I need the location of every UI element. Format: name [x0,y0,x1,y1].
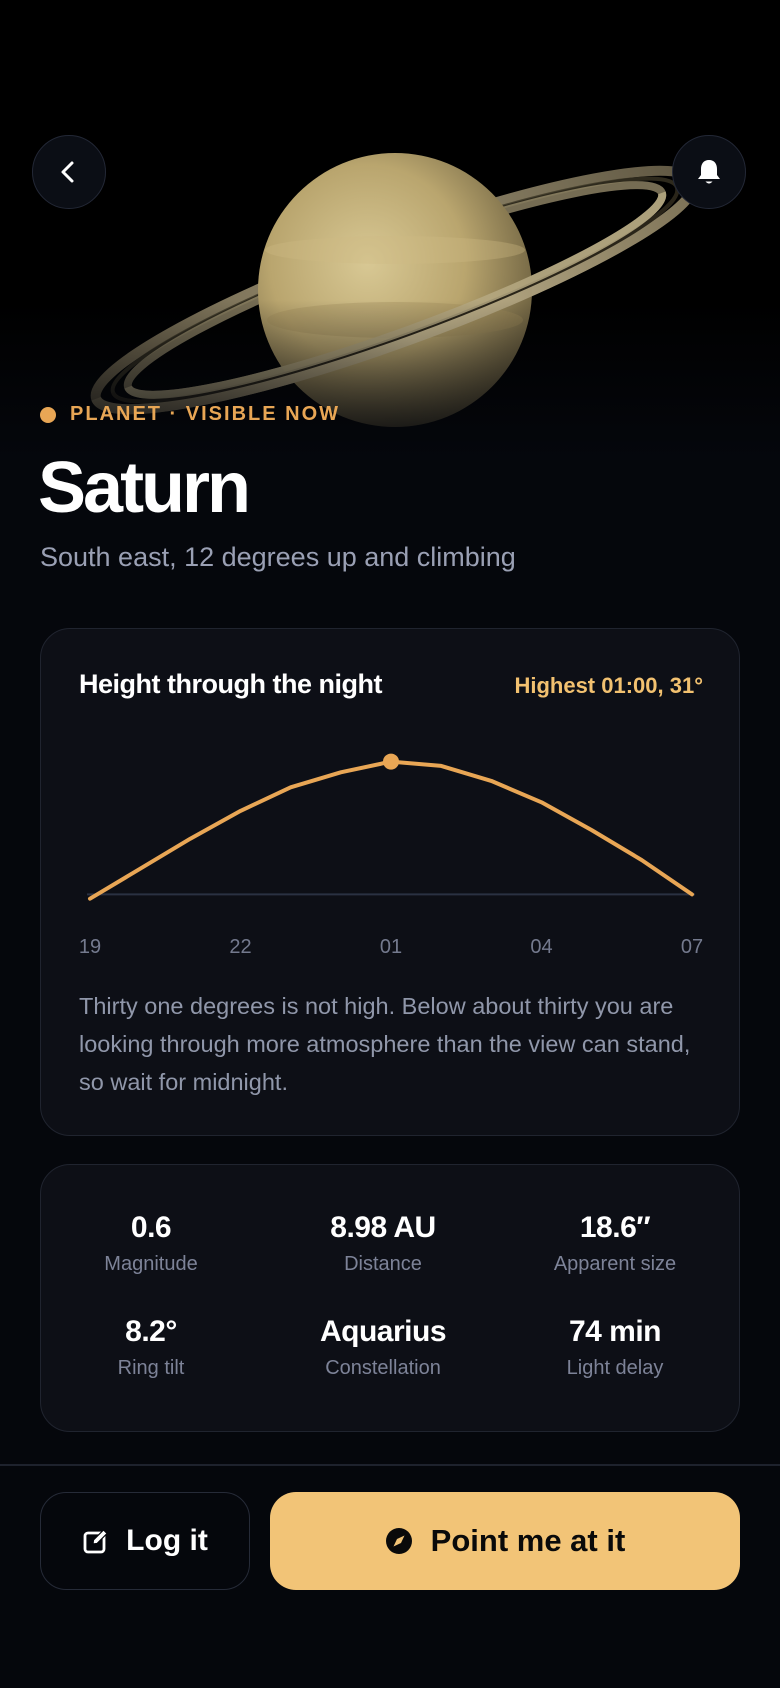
x-tick-label: 07 [681,936,703,958]
point-me-button[interactable]: Point me at it [270,1492,740,1590]
stat-label: Magnitude [104,1253,198,1275]
bell-icon [698,160,720,184]
footer-divider [0,1464,780,1466]
category-label: PLANET · VISIBLE NOW [70,403,340,425]
stat-value: Aquarius [319,1315,447,1348]
back-button[interactable] [32,135,106,209]
x-tick-label: 22 [229,936,251,958]
stat-ring-tilt: 8.2° Ring tilt [41,1315,261,1380]
stat-label: Constellation [325,1357,441,1379]
peak-marker [383,753,399,770]
stat-constellation: Aquarius Constellation [273,1315,493,1380]
stat-value: 18.6″ [579,1211,651,1244]
stat-distance: 8.98 AU Distance [273,1211,493,1276]
log-it-label: Log it [126,1524,208,1557]
altitude-chart: 19 22 01 04 07 [79,753,703,958]
chart-note: Thirty one degrees is not high. Below ab… [79,993,691,1095]
altitude-chart-card: Height through the night Highest 01:00, … [40,628,740,1136]
hero-fade [0,300,780,460]
stat-value: 8.2° [125,1315,177,1348]
notification-button[interactable] [672,135,746,209]
log-it-button[interactable]: Log it [40,1492,250,1590]
point-me-label: Point me at it [430,1523,626,1558]
stat-label: Apparent size [553,1253,677,1275]
stat-value: 0.6 [130,1211,172,1244]
stat-label: Ring tilt [117,1357,185,1379]
stat-apparent-size: 18.6″ Apparent size [505,1211,725,1276]
stat-value: 74 min [568,1315,662,1348]
x-tick-label: 19 [79,936,101,958]
x-tick-label: 01 [380,936,402,958]
edit-icon [83,1529,109,1554]
stat-magnitude: 0.6 Magnitude [41,1211,261,1276]
object-category: PLANET · VISIBLE NOW [40,403,340,426]
stat-value: 8.98 AU [330,1211,436,1244]
stat-light-delay: 74 min Light delay [505,1315,725,1380]
altitude-line [88,759,694,901]
visibility-dot [40,406,56,423]
chevron-left-icon [61,161,74,183]
x-tick-label: 04 [530,936,552,958]
page-title: Saturn [38,448,251,528]
compass-icon [385,1528,412,1554]
stat-label: Distance [344,1253,422,1275]
position-description: South east, 12 degrees up and climbing [40,542,516,572]
stat-label: Light delay [566,1357,664,1379]
hero-image [0,0,780,460]
stats-card: 0.6 Magnitude 8.98 AU Distance 18.6″ App… [40,1164,740,1432]
